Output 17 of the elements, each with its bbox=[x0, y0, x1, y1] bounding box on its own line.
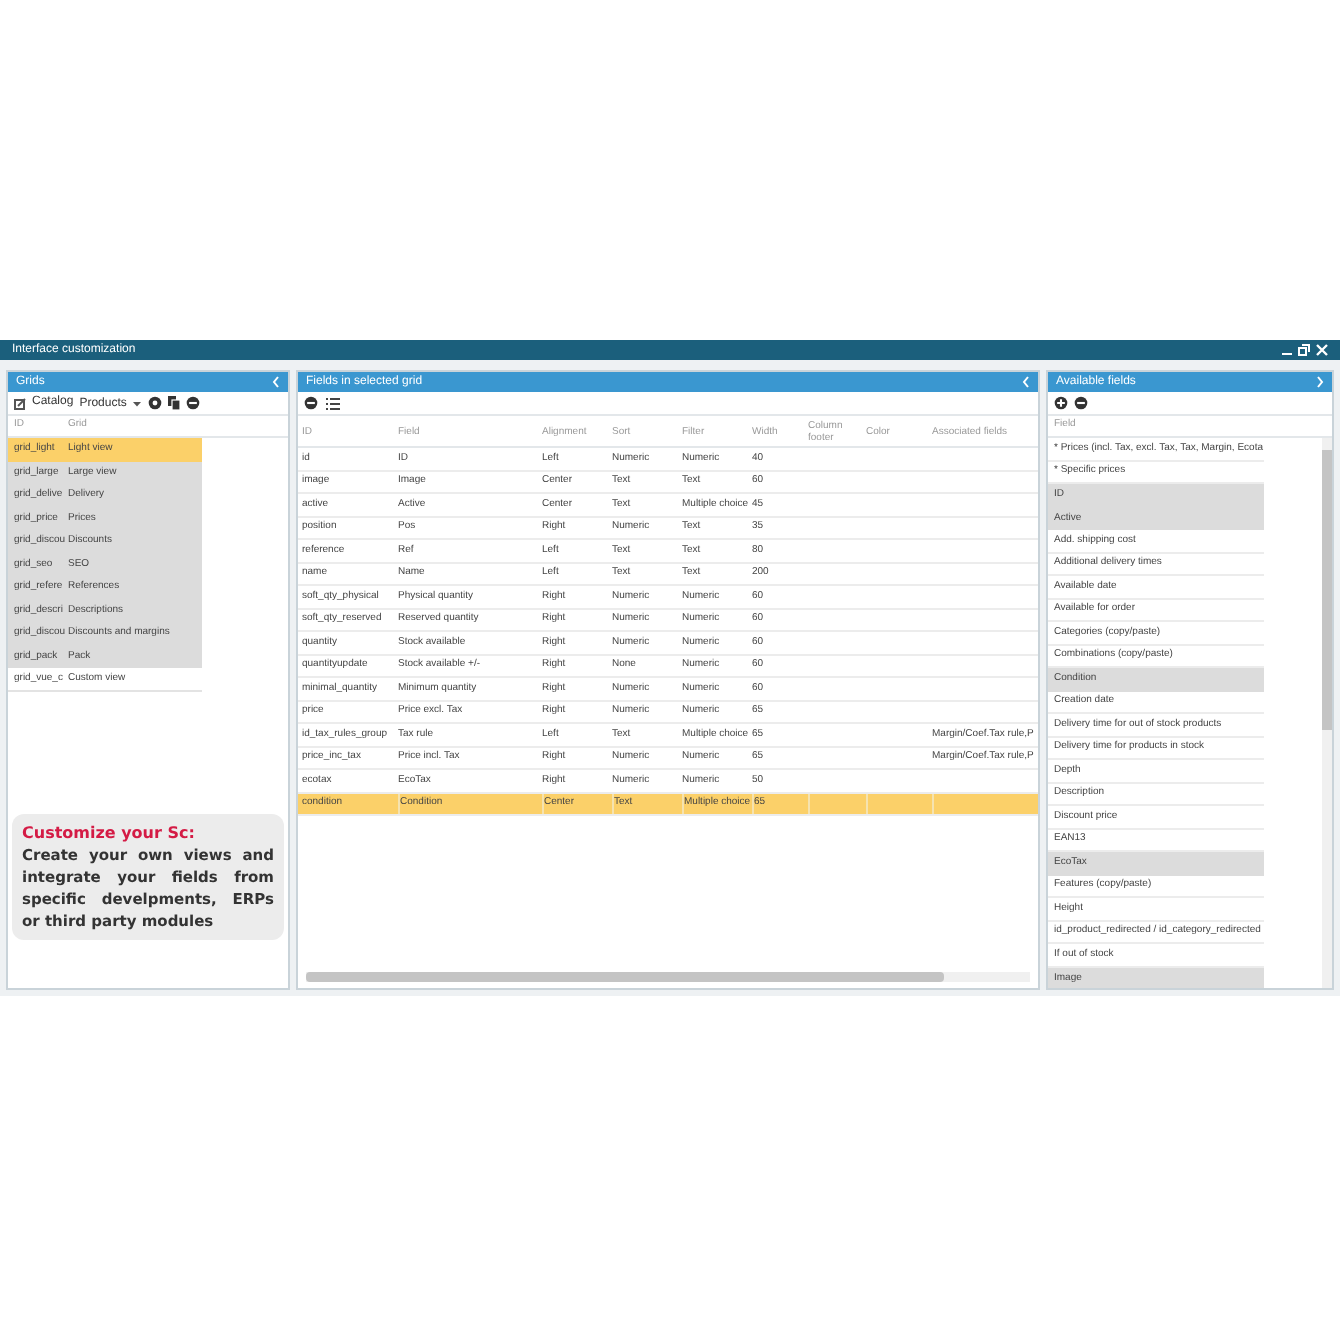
remove-icon[interactable] bbox=[304, 396, 318, 410]
add-icon[interactable] bbox=[1054, 396, 1068, 410]
list-icon[interactable] bbox=[326, 397, 340, 409]
remove-icon[interactable] bbox=[1074, 396, 1088, 410]
copy-icon[interactable] bbox=[168, 396, 181, 410]
settings-icon[interactable] bbox=[148, 396, 163, 410]
callout-title: Customize your Sc: bbox=[22, 822, 197, 844]
vertical-scrollbar[interactable] bbox=[1322, 438, 1332, 988]
collapse-left-icon[interactable] bbox=[272, 376, 280, 388]
close-icon[interactable] bbox=[1316, 344, 1328, 356]
edit-icon[interactable] bbox=[14, 397, 26, 409]
restore-icon[interactable] bbox=[1298, 344, 1310, 356]
collapse-right-icon[interactable] bbox=[1316, 376, 1324, 388]
caret-icon bbox=[132, 399, 143, 407]
collapse-left-icon[interactable] bbox=[1022, 376, 1030, 388]
horizontal-scrollbar[interactable] bbox=[306, 972, 1030, 982]
remove-icon[interactable] bbox=[186, 396, 201, 410]
